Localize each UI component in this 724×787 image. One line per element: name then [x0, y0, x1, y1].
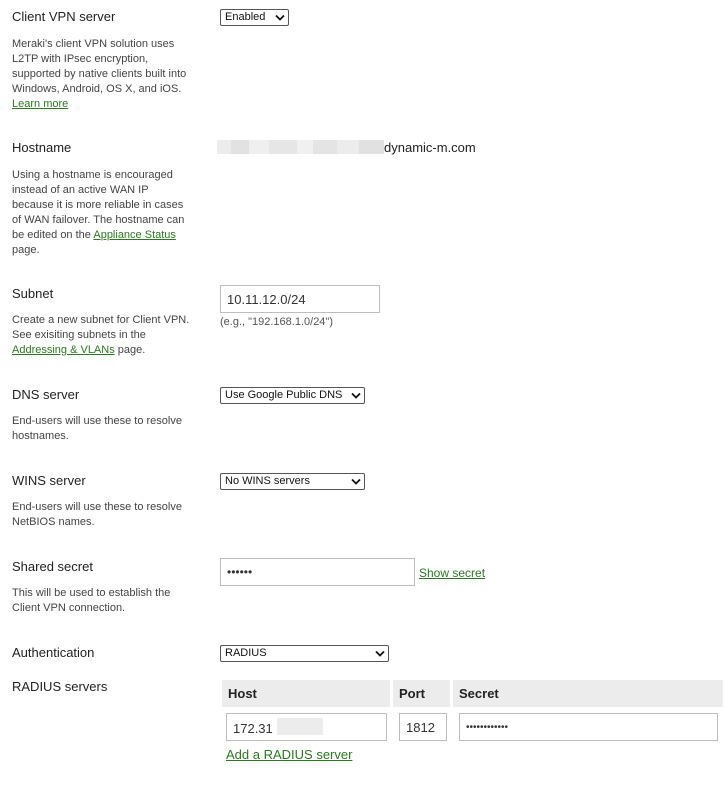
shared-secret-input[interactable] [220, 558, 415, 586]
subnet-description: Create a new subnet for Client VPN. See … [12, 313, 197, 358]
subnet-input[interactable] [220, 285, 380, 313]
hostname-label: Hostname [12, 140, 72, 155]
shared-secret-description: This will be used to establish the Clien… [12, 587, 171, 614]
dns-description: End-users will use these to resolve host… [12, 415, 182, 442]
appliance-status-link[interactable]: Appliance Status [93, 229, 176, 241]
radius-label: RADIUS servers [12, 679, 108, 694]
dns-select[interactable]: Use Google Public DNS [220, 387, 365, 404]
chevron-down-icon [351, 478, 361, 485]
radius-port-input[interactable] [399, 713, 447, 741]
authentication-select-value: RADIUS [225, 647, 267, 659]
subnet-description-end: page. [117, 344, 146, 356]
client-vpn-select-value: Enabled [225, 11, 266, 23]
client-vpn-description: Meraki's client VPN solution uses L2TP w… [12, 37, 192, 112]
dns-label: DNS server [12, 387, 80, 402]
chevron-down-icon [351, 392, 361, 399]
hostname-description-end: page. [12, 244, 40, 256]
dns-select-value: Use Google Public DNS [225, 389, 343, 401]
subnet-label: Subnet [12, 286, 54, 301]
radius-column-secret: Secret [453, 680, 723, 707]
show-secret-link[interactable]: Show secret [419, 566, 485, 580]
chevron-down-icon [275, 14, 285, 21]
shared-secret-label: Shared secret [12, 559, 93, 574]
wins-select-value: No WINS servers [225, 475, 310, 487]
radius-column-port: Port [393, 680, 450, 707]
add-radius-server-link[interactable]: Add a RADIUS server [226, 747, 352, 762]
wins-description: End-users will use these to resolve NetB… [12, 501, 182, 528]
radius-host-redacted [277, 718, 323, 735]
subnet-hint: (e.g., "192.168.1.0/24") [220, 316, 333, 328]
client-vpn-select[interactable]: Enabled [220, 9, 289, 26]
hostname-description: Using a hostname is encouraged instead o… [12, 168, 192, 258]
addressing-vlans-link[interactable]: Addressing & VLANs [12, 344, 115, 356]
radius-host-value: 172.31 [233, 721, 273, 736]
radius-column-host: Host [222, 680, 390, 707]
learn-more-link[interactable]: Learn more [12, 98, 68, 110]
wins-select[interactable]: No WINS servers [220, 473, 365, 490]
radius-secret-input[interactable] [459, 713, 718, 741]
client-vpn-label: Client VPN server [12, 9, 116, 24]
chevron-down-icon [375, 650, 385, 657]
subnet-description-text: Create a new subnet for Client VPN. See … [12, 314, 190, 341]
radius-host-input[interactable]: 172.31 [226, 713, 387, 741]
client-vpn-description-text: Meraki's client VPN solution uses L2TP w… [12, 38, 187, 95]
authentication-select[interactable]: RADIUS [220, 645, 389, 662]
hostname-value: dynamic-m.com [384, 140, 476, 155]
authentication-label: Authentication [12, 645, 95, 660]
wins-label: WINS server [12, 473, 86, 488]
